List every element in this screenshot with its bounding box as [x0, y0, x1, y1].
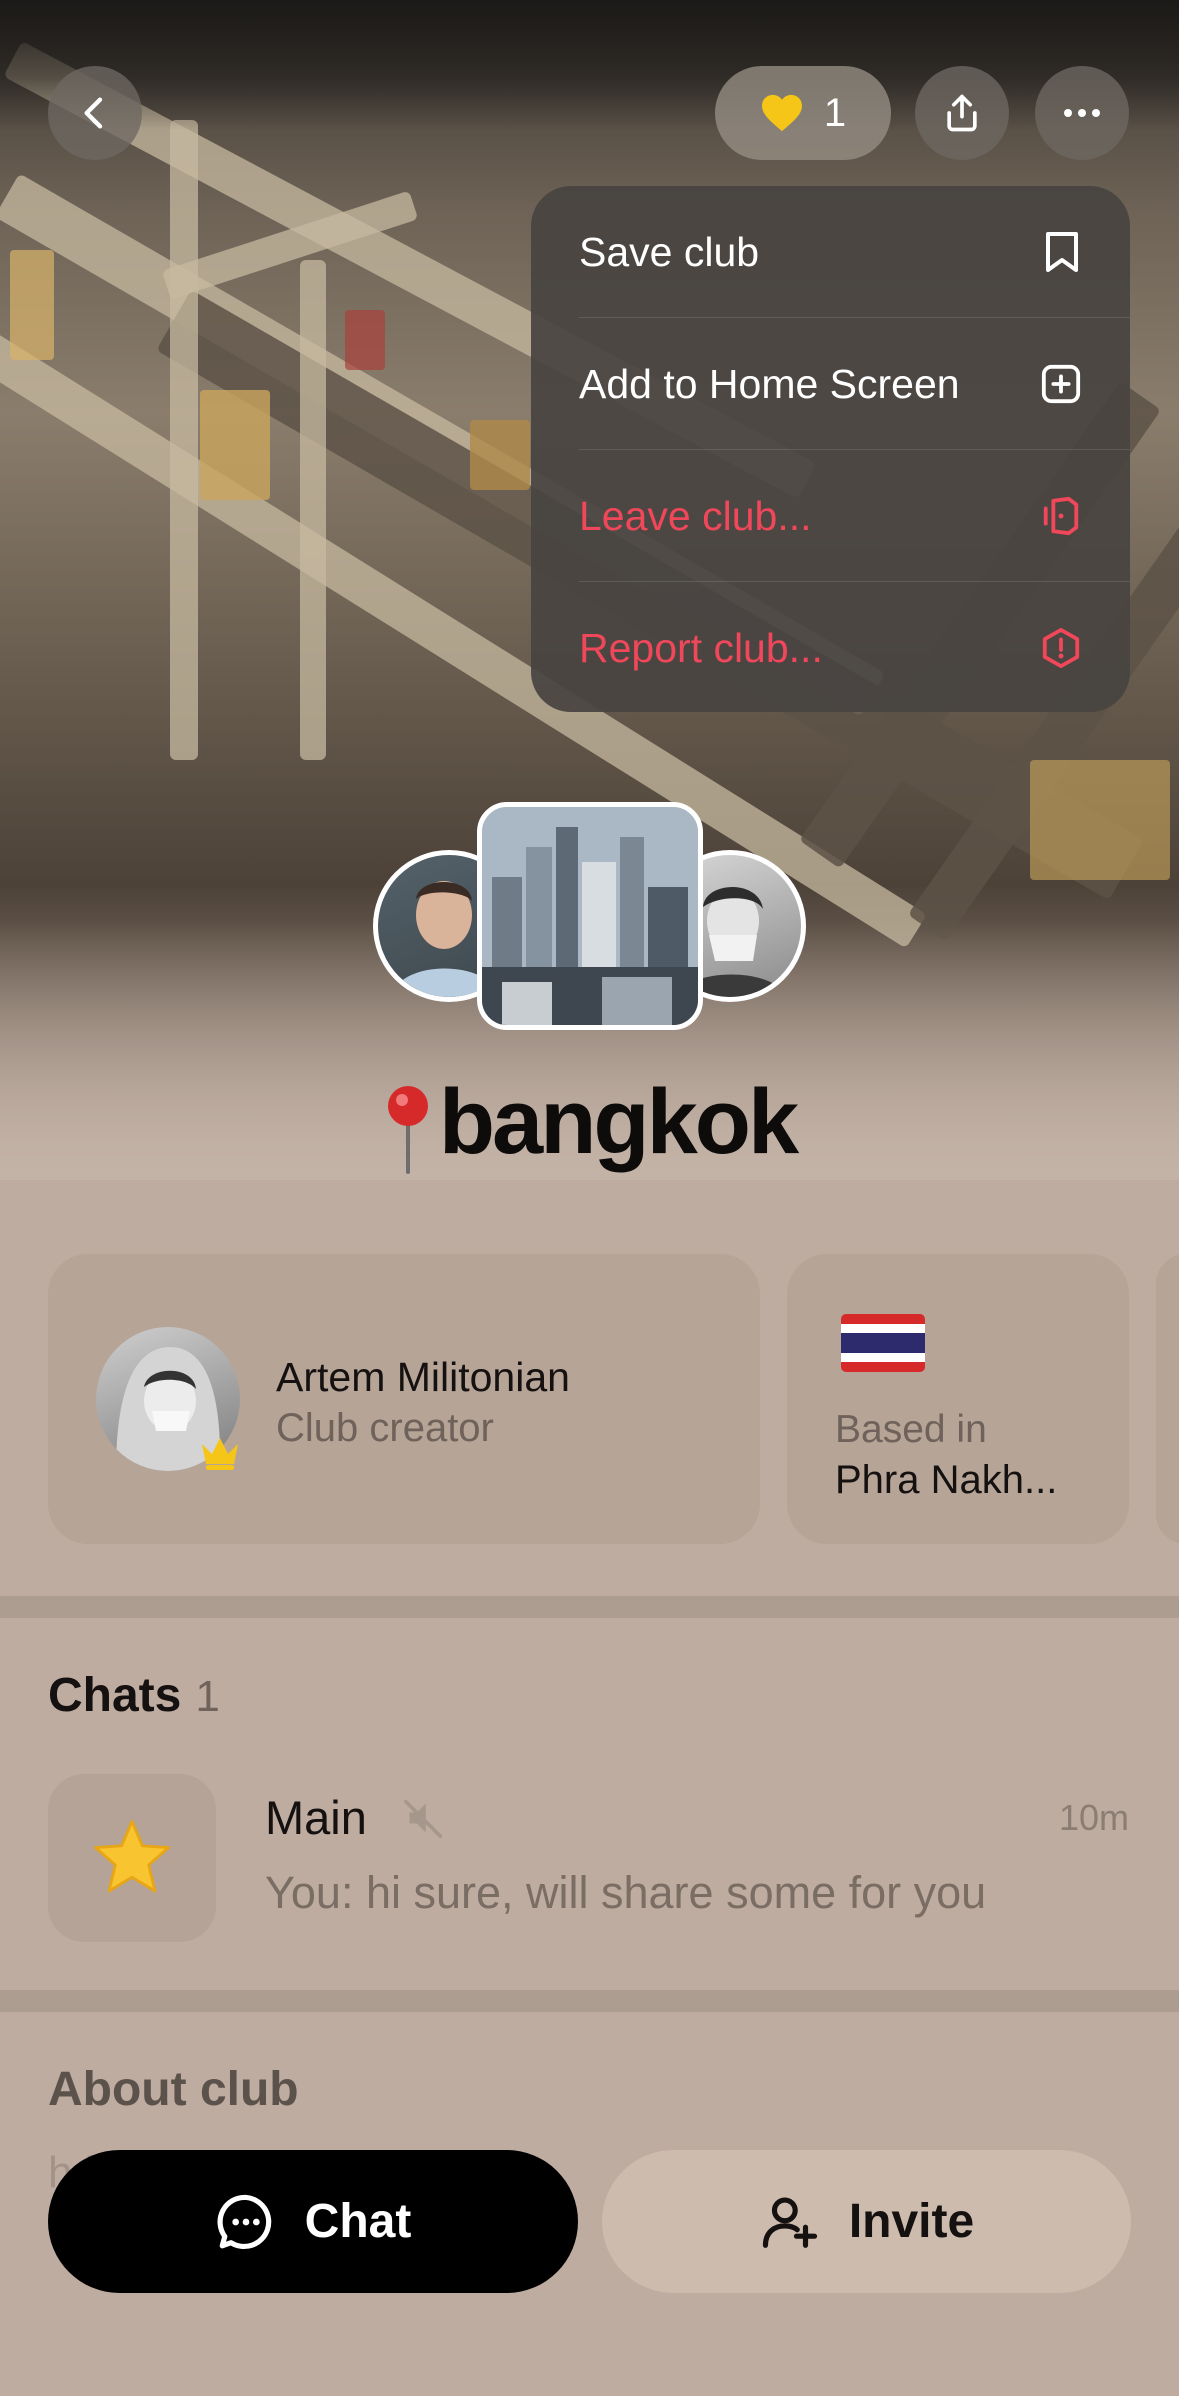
back-button[interactable] — [48, 66, 142, 160]
chat-name-row: Main — [265, 1790, 446, 1845]
club-title: bangkok — [0, 1070, 1179, 1175]
plus-square-icon — [1041, 364, 1081, 404]
about-section-title: About club — [48, 2063, 299, 2116]
menu-item-label: Leave club... — [579, 492, 812, 539]
share-icon — [947, 94, 977, 132]
menu-item-leave-club[interactable]: Leave club... — [531, 450, 1130, 582]
invite-button-label: Invite — [848, 2195, 975, 2248]
menu-item-add-home-screen[interactable]: Add to Home Screen — [531, 318, 1130, 450]
heart-icon — [761, 94, 802, 132]
creator-card[interactable]: Artem Militonian Club creator — [48, 1254, 760, 1544]
menu-item-report-club[interactable]: Report club... — [531, 582, 1130, 712]
crown-icon — [202, 1438, 238, 1470]
ellipsis-icon — [1064, 109, 1100, 117]
thailand-flag — [841, 1314, 925, 1372]
bookmark-icon — [1046, 232, 1078, 272]
chats-section-title: Chats 1 — [48, 1668, 220, 1723]
like-button[interactable]: 1 — [715, 66, 891, 160]
chat-preview: You: hi sure, will share some for you — [265, 1867, 987, 1918]
location-card[interactable]: Based in Phra Nakh... — [787, 1254, 1129, 1544]
chevron-left-icon — [84, 97, 103, 129]
like-count: 1 — [823, 90, 847, 135]
location-value: Phra Nakh... — [835, 1458, 1058, 1502]
add-person-icon — [762, 2196, 817, 2248]
creator-name: Artem Militonian — [276, 1354, 570, 1400]
city-skyline-image — [482, 807, 698, 1025]
leave-icon — [1043, 496, 1079, 536]
chat-name: Main — [265, 1791, 367, 1844]
mute-icon — [403, 1799, 443, 1838]
club-title-text: bangkok — [438, 1071, 799, 1173]
location-label: Based in — [835, 1408, 987, 1451]
club-cover-thumbnail[interactable] — [477, 802, 703, 1030]
share-button[interactable] — [915, 66, 1009, 160]
menu-item-label: Report club... — [579, 624, 823, 671]
creator-role: Club creator — [276, 1406, 494, 1450]
chat-time: 10m — [1058, 1797, 1129, 1838]
menu-item-label: Add to Home Screen — [579, 360, 960, 407]
more-options-button[interactable] — [1035, 66, 1129, 160]
menu-item-label: Save club — [579, 228, 760, 275]
chat-button-label: Chat — [304, 2195, 412, 2248]
pin-icon — [387, 1085, 428, 1174]
alert-hexagon-icon — [1042, 627, 1080, 669]
chat-bubble-icon — [217, 2194, 271, 2249]
options-menu: Save club Add to Home Screen Leave club.… — [531, 186, 1130, 712]
section-divider — [0, 1990, 1179, 2012]
section-divider — [0, 1596, 1179, 1618]
next-card-peek[interactable] — [1156, 1254, 1179, 1544]
invite-button[interactable]: Invite — [602, 2150, 1131, 2293]
chats-count: 1 — [195, 1672, 220, 1721]
menu-item-save-club[interactable]: Save club — [531, 186, 1130, 318]
star-icon — [94, 1820, 170, 1893]
chat-button[interactable]: Chat — [48, 2150, 578, 2293]
chats-title: Chats — [48, 1669, 182, 1722]
chat-icon — [48, 1774, 216, 1942]
